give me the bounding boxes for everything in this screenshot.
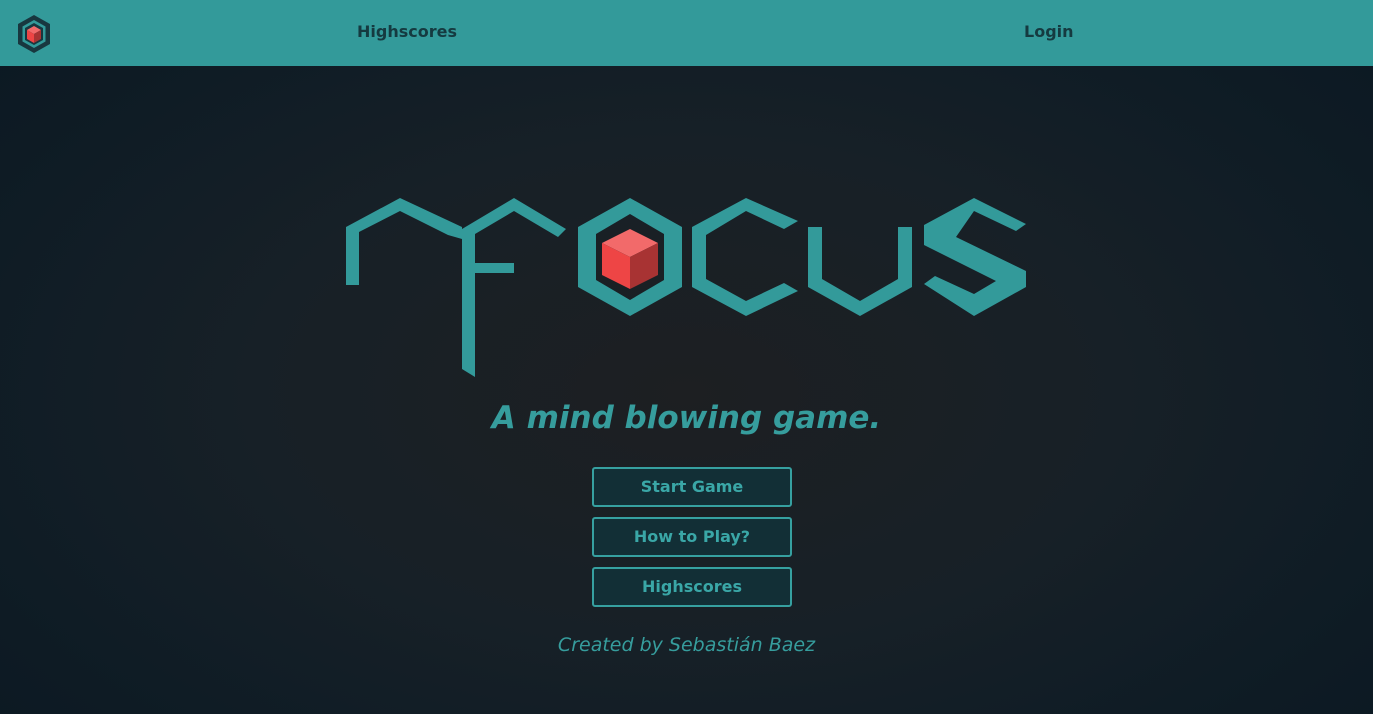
logo-red-cube-icon xyxy=(602,229,658,289)
logo-letter-c xyxy=(692,198,798,316)
start-game-button[interactable]: Start Game xyxy=(592,467,792,507)
logo-letter-n xyxy=(346,198,462,285)
nav-highscores-link[interactable]: Highscores xyxy=(357,22,457,41)
logo-letter-f xyxy=(462,198,566,377)
tagline: A mind blowing game. xyxy=(491,400,882,436)
nfocus-logo xyxy=(346,198,1026,377)
logo-letter-s xyxy=(924,198,1026,316)
hexagon-cube-icon[interactable] xyxy=(16,14,52,54)
how-to-play-button[interactable]: How to Play? xyxy=(592,517,792,557)
nav-login-link[interactable]: Login xyxy=(1024,22,1074,41)
top-navbar: Highscores Login xyxy=(0,0,1373,66)
highscores-button[interactable]: Highscores xyxy=(592,567,792,607)
logo-letter-u xyxy=(808,227,912,316)
credit-text: Created by Sebastián Baez xyxy=(557,634,816,656)
